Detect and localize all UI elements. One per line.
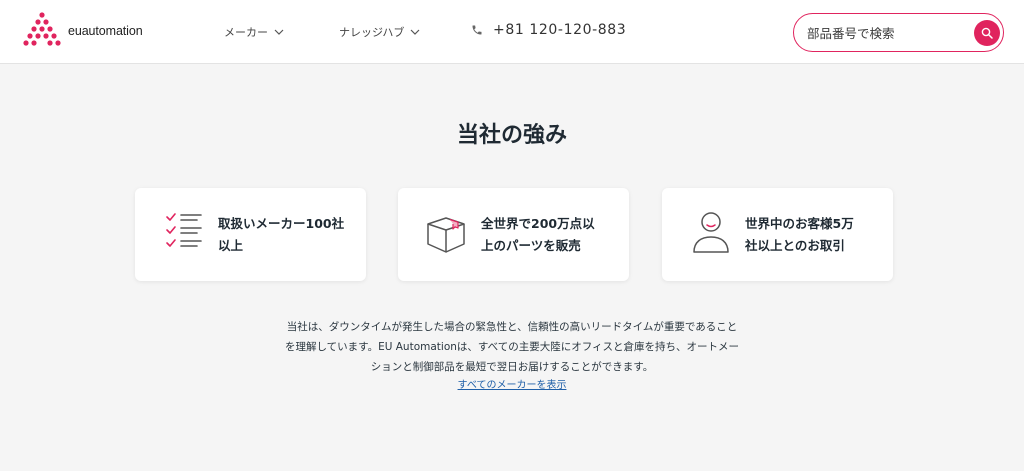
view-all-manufacturers-link[interactable]: すべてのメーカーを表示 (0, 376, 1024, 391)
feature-card-parts: 全世界で200万点以 上のパーツを販売 (398, 188, 629, 281)
phone-link[interactable]: +81 120-120-883 (471, 22, 626, 38)
feature-card-line1: 取扱いメーカー100社 (218, 216, 345, 231)
feature-card-label: 取扱いメーカー100社 以上 (218, 213, 353, 257)
description-line: 当社は、ダウンタイムが発生した場合の緊急性と、信頼性の高いリードタイムが重要であ… (286, 321, 738, 333)
chevron-down-icon (410, 29, 420, 35)
feature-card-manufacturers: 取扱いメーカー100社 以上 (135, 188, 366, 281)
logo-icon (23, 12, 61, 46)
feature-card-customers: 世界中のお客様5万 社以上とのお取引 (662, 188, 893, 281)
feature-card-line2: 上のパーツを販売 (481, 238, 581, 253)
feature-card-label: 全世界で200万点以 上のパーツを販売 (481, 213, 616, 257)
site-header: euautomation メーカー ナレッジハブ +81 120-120-883 (0, 0, 1024, 64)
search-button[interactable] (974, 20, 1000, 46)
search-input[interactable] (807, 23, 967, 43)
phone-icon (472, 25, 482, 35)
logo[interactable]: euautomation (22, 11, 152, 51)
box-icon (427, 217, 465, 253)
feature-card-label: 世界中のお客様5万 社以上とのお取引 (745, 213, 880, 257)
nav-knowledge-hub[interactable]: ナレッジハブ (339, 24, 420, 40)
feature-card-line2: 以上 (218, 238, 244, 253)
phone-number: +81 120-120-883 (493, 22, 627, 38)
description-line: を理解しています。EU Automationは、すべての主要大陸にオフィスと倉庫… (284, 341, 740, 353)
feature-card-line1: 世界中のお客様5万 (745, 216, 854, 231)
nav-manufacturers[interactable]: メーカー (224, 24, 284, 40)
nav-knowledge-hub-label: ナレッジハブ (339, 26, 405, 39)
feature-card-line2: 社以上とのお取引 (745, 238, 845, 253)
logo-text: euautomation (68, 24, 143, 38)
checklist-icon (166, 213, 202, 247)
customer-icon (693, 212, 729, 253)
chevron-down-icon (274, 29, 284, 35)
description-line: ションと制御部品を最短で翌日お届けすることができます。 (370, 361, 654, 373)
search-box (793, 13, 1004, 52)
feature-card-line1: 全世界で200万点以 (481, 216, 595, 231)
nav-manufacturers-label: メーカー (224, 26, 268, 39)
description-text: 当社は、ダウンタイムが発生した場合の緊急性と、信頼性の高いリードタイムが重要であ… (270, 317, 754, 377)
search-icon (981, 27, 993, 39)
page-title: 当社の強み (456, 123, 567, 148)
